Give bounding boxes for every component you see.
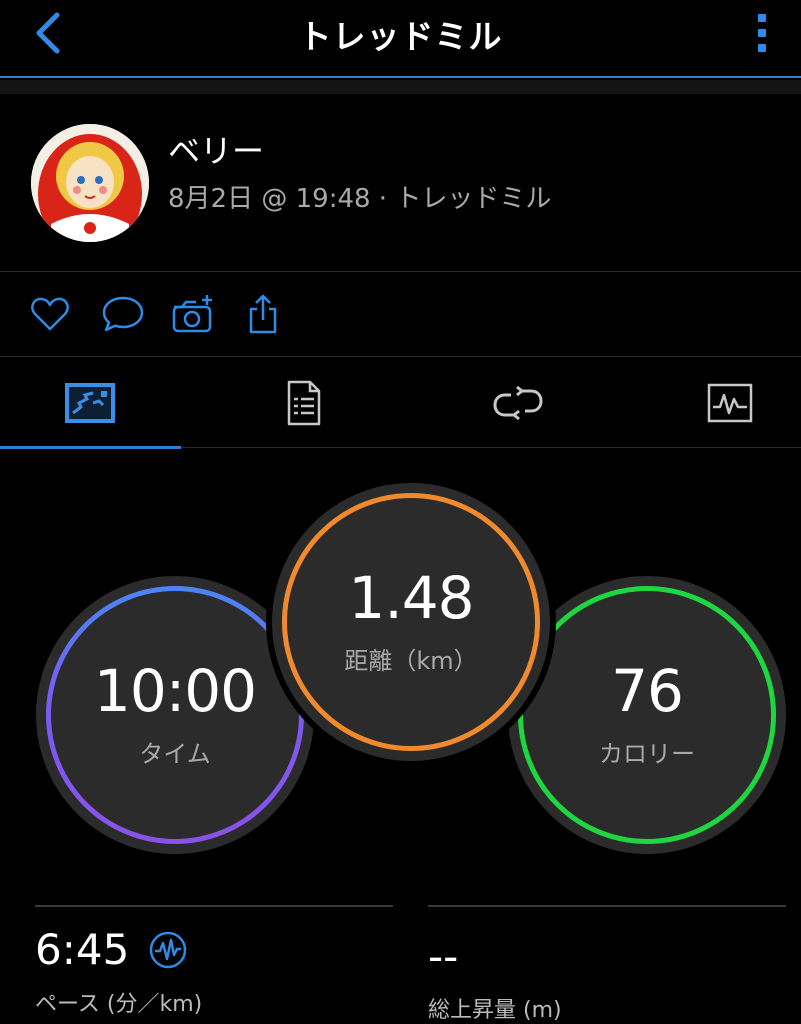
tab-charts[interactable]: [640, 358, 801, 448]
calories-label: カロリー: [599, 739, 695, 768]
pace-divider: [35, 905, 393, 907]
chart-icon: [707, 383, 753, 423]
comment-icon: [102, 296, 144, 332]
activity-tabs: [0, 358, 801, 449]
add-photo-button[interactable]: [170, 291, 216, 337]
activity-profile: ベリー 8月2日 @ 19:48 · トレッドミル: [0, 94, 801, 272]
heart-rate-icon: [149, 931, 187, 969]
laps-icon: [493, 386, 543, 420]
pace-value: 6:45: [35, 925, 130, 974]
pace-label: ペース (分／km): [35, 992, 203, 1017]
share-icon: [249, 294, 277, 334]
tab-overview[interactable]: [0, 358, 181, 449]
header-separator: [0, 80, 801, 94]
menu-dot: [758, 29, 766, 37]
comment-button[interactable]: [100, 291, 146, 337]
avatar[interactable]: [31, 124, 149, 242]
user-name[interactable]: ベリー: [168, 126, 264, 172]
activity-meta: 8月2日 @ 19:48 · トレッドミル: [168, 184, 552, 214]
time-value: 10:00: [93, 656, 257, 725]
menu-dot: [758, 44, 766, 52]
menu-dot: [758, 14, 766, 22]
elevation-value: --: [428, 932, 459, 981]
distance-summary: 1.48 距離（km）: [272, 483, 550, 761]
pace-graph-button[interactable]: [149, 931, 187, 969]
tab-laps[interactable]: [428, 358, 608, 448]
page-title: トレッドミル: [298, 17, 503, 56]
top-bar: トレッドミル: [0, 0, 801, 78]
active-tab-indicator: [0, 446, 181, 449]
heart-icon: [31, 297, 69, 331]
more-menu-button[interactable]: [745, 10, 779, 56]
elevation-label: 総上昇量 (m): [428, 998, 562, 1023]
map-overview-icon: [65, 383, 115, 423]
share-button[interactable]: [240, 291, 286, 337]
time-label: タイム: [139, 739, 211, 768]
add-photo-icon: [172, 295, 212, 333]
elevation-divider: [428, 905, 786, 907]
distance-value: 1.48: [348, 563, 474, 632]
like-button[interactable]: [27, 291, 73, 337]
social-actions: [0, 273, 801, 357]
distance-label: 距離（km）: [344, 646, 478, 675]
calories-value: 76: [611, 656, 684, 725]
details-list-icon: [287, 380, 321, 426]
tab-details[interactable]: [214, 358, 394, 448]
matryoshka-avatar-image: [31, 124, 149, 242]
